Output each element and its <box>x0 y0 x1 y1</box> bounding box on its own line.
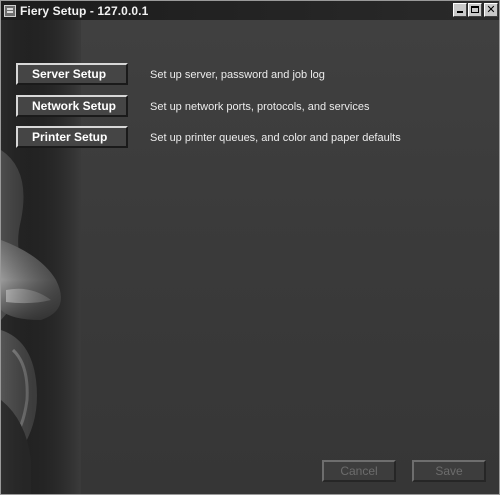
network-setup-description: Set up network ports, protocols, and ser… <box>150 101 370 113</box>
printer-setup-button[interactable]: Printer Setup <box>16 126 128 148</box>
decorative-art <box>1 20 81 494</box>
window-title: Fiery Setup - 127.0.0.1 <box>20 3 149 18</box>
setup-panel: Server Setup Set up server, password and… <box>1 20 499 494</box>
window-controls: ✕ <box>452 3 498 17</box>
title-bar[interactable]: Fiery Setup - 127.0.0.1 ✕ <box>1 1 499 20</box>
server-setup-button[interactable]: Server Setup <box>16 63 128 85</box>
server-setup-description: Set up server, password and job log <box>150 69 325 81</box>
app-icon[interactable] <box>4 4 16 17</box>
fiery-setup-window: Fiery Setup - 127.0.0.1 ✕ Server Setup S… <box>0 0 500 495</box>
close-icon[interactable]: ✕ <box>484 3 498 17</box>
printer-setup-description: Set up printer queues, and color and pap… <box>150 132 401 144</box>
save-button[interactable]: Save <box>412 460 486 482</box>
maximize-icon[interactable] <box>468 3 482 17</box>
cancel-button[interactable]: Cancel <box>322 460 396 482</box>
network-setup-button[interactable]: Network Setup <box>16 95 128 117</box>
minimize-icon[interactable] <box>453 3 467 17</box>
